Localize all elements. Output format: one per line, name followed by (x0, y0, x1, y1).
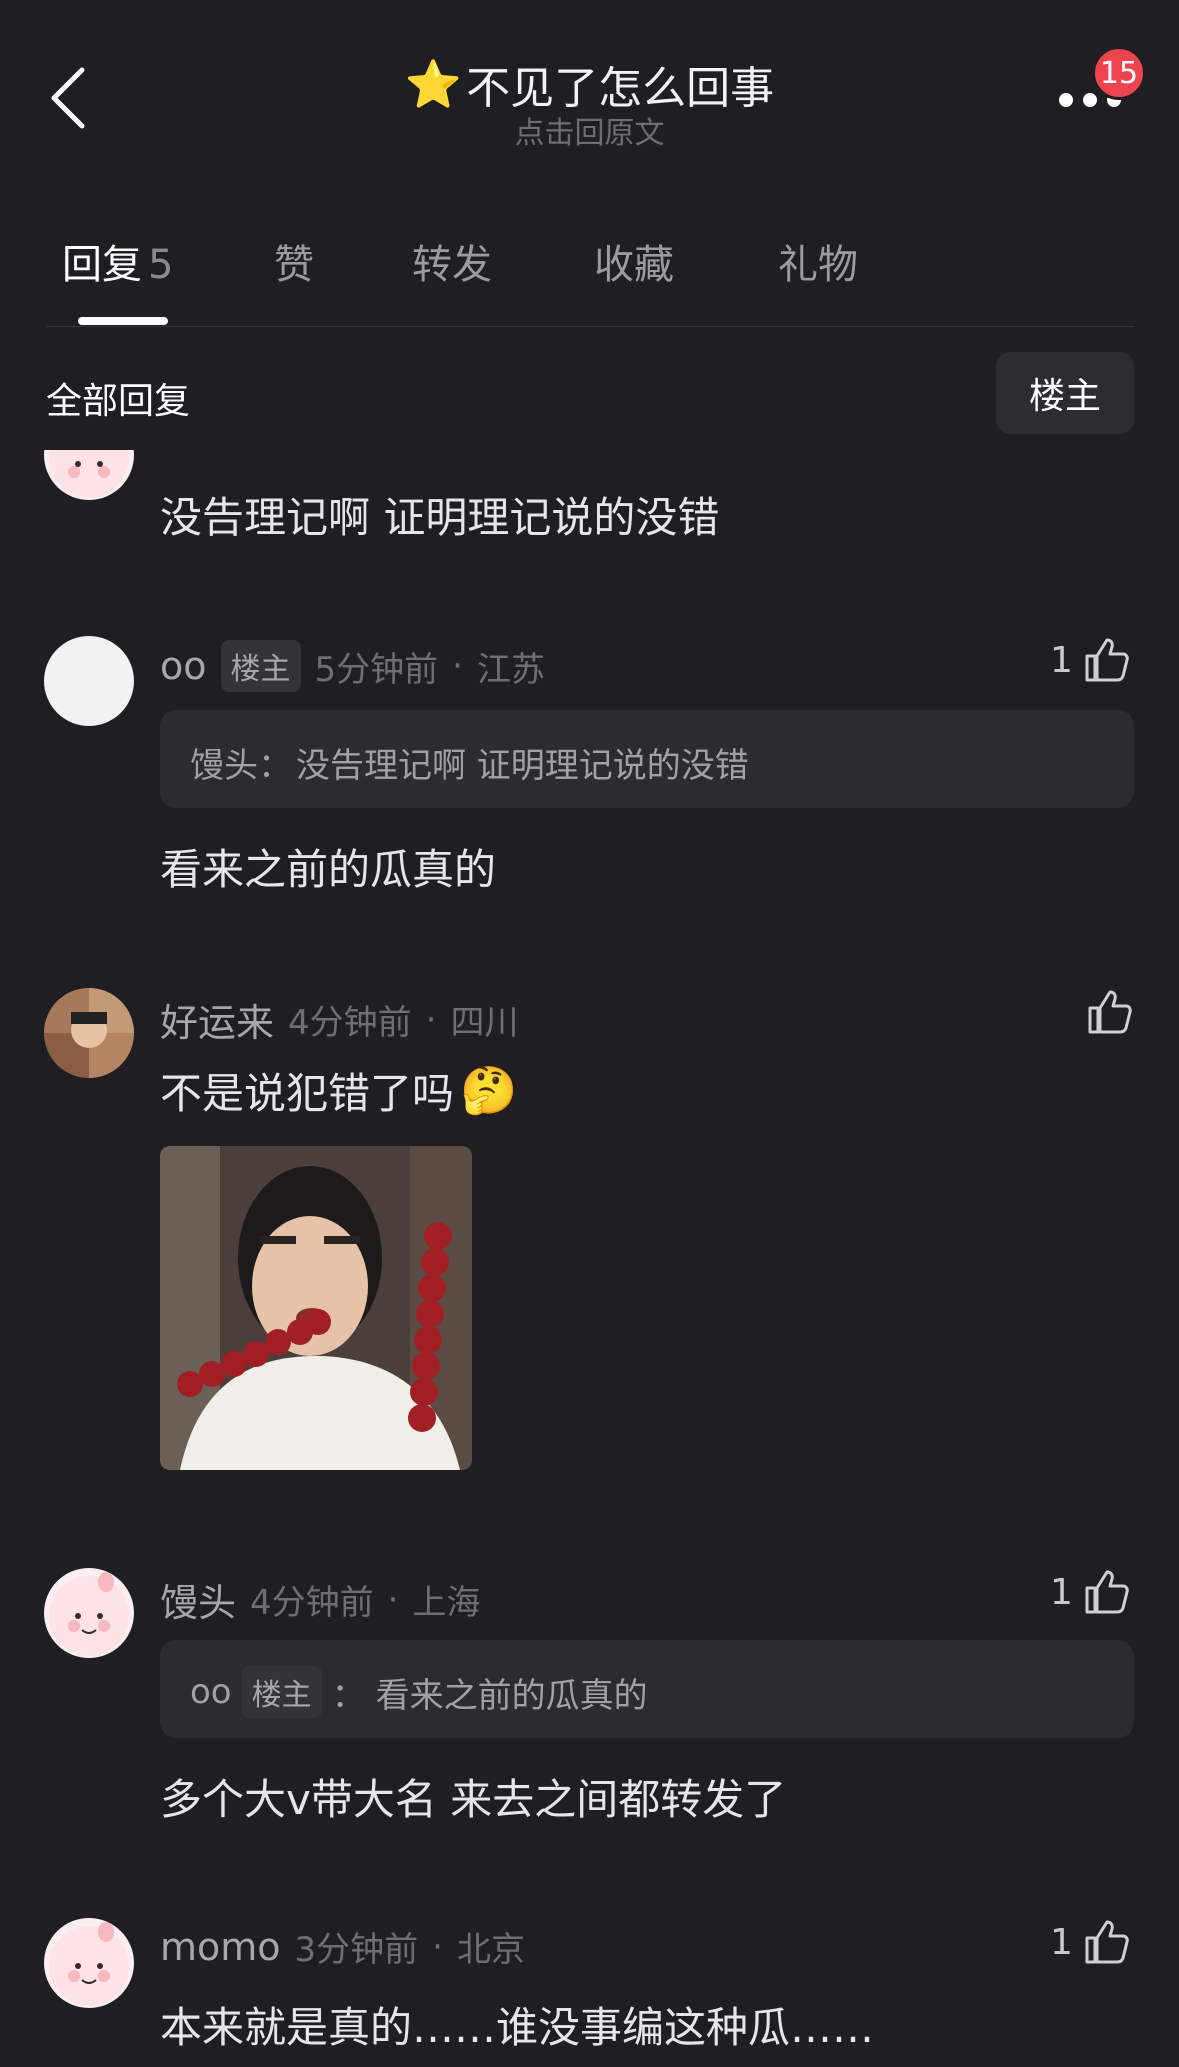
owner-tag: 楼主 (220, 640, 301, 692)
pink-bunny-avatar-icon (49, 1572, 129, 1656)
view-original-link[interactable]: 点击回原文 (0, 108, 1179, 152)
avatar[interactable] (44, 988, 134, 1078)
tab-gifts[interactable]: 礼物 (778, 232, 858, 290)
username[interactable]: momo (160, 1925, 281, 1969)
username[interactable]: oo (160, 644, 207, 688)
post-title-text: 不见了怎么回事 (466, 63, 775, 114)
timestamp: 4分钟前 (250, 1583, 374, 1623)
comment-header: 好运来 4分钟前 · 四川 (160, 992, 518, 1047)
thumbs-up-icon (1085, 1920, 1129, 1964)
comment-image[interactable] (160, 1146, 472, 1470)
separator: · (387, 1579, 399, 1620)
tab-replies[interactable]: 回复 5 (62, 232, 173, 290)
comment-header: 馒头 4分钟前 · 上海 (160, 1572, 480, 1627)
quote-author: 馒头： (190, 746, 292, 786)
comment-text: 不是说犯错了吗 (160, 1069, 455, 1118)
like-count: 1 (1050, 1921, 1073, 1963)
separator: · (452, 646, 463, 686)
owner-filter-button[interactable]: 楼主 (996, 352, 1134, 434)
divider (46, 326, 1134, 327)
like-button[interactable]: 1 (1050, 1568, 1131, 1616)
quote-text: 看来之前的瓜真的 (375, 1675, 648, 1716)
star-icon: ⭐ (404, 56, 463, 111)
tab-reposts[interactable]: 转发 (412, 232, 492, 290)
tab-label: 回复 (62, 242, 142, 288)
photo-collage-avatar-icon (44, 988, 134, 1078)
separator: · (425, 999, 437, 1040)
tab-count: 5 (148, 242, 174, 288)
like-button[interactable] (1086, 988, 1134, 1040)
tab-bar: 回复 5 赞 转发 收藏 礼物 (0, 232, 1179, 292)
thumbs-up-icon (1085, 1570, 1129, 1614)
owner-tag: 楼主 (241, 1666, 322, 1718)
active-tab-indicator (78, 317, 168, 325)
timestamp: 5分钟前 (314, 649, 439, 690)
like-count: 1 (1050, 1571, 1073, 1613)
tab-favorites[interactable]: 收藏 (594, 232, 674, 290)
like-button[interactable]: 1 (1050, 636, 1131, 684)
notification-badge: 15 (1092, 46, 1146, 100)
quoted-reply[interactable]: oo 楼主 ： 看来之前的瓜真的 (160, 1640, 1134, 1738)
thinking-face-icon: 🤔 (460, 1063, 518, 1117)
location: 四川 (450, 1003, 519, 1043)
post-title[interactable]: ⭐ 不见了怎么回事 (0, 52, 1179, 116)
timestamp: 3分钟前 (294, 1930, 419, 1970)
quote-separator: ： (331, 1675, 366, 1716)
location: 北京 (456, 1930, 525, 1970)
thumbs-up-icon (1088, 990, 1132, 1034)
quote-author: oo (190, 1672, 232, 1712)
tab-likes[interactable]: 赞 (274, 232, 314, 290)
quoted-reply[interactable]: 馒头： 没告理记啊 证明理记说的没错 (160, 710, 1134, 808)
section-title: 全部回复 (46, 381, 191, 422)
avatar[interactable] (44, 1918, 134, 2008)
username[interactable]: 馒头 (160, 1572, 236, 1627)
comment-text-row: 不是说犯错了吗 🤔 (160, 1060, 517, 1121)
separator: · (432, 1926, 443, 1967)
avatar[interactable] (44, 1568, 134, 1658)
comment-text: 看来之前的瓜真的 (160, 845, 497, 894)
like-count: 1 (1050, 639, 1073, 681)
person-with-candied-fruit-image (160, 1146, 472, 1470)
location: 上海 (412, 1583, 481, 1623)
timestamp: 4分钟前 (288, 1003, 412, 1043)
avatar[interactable] (44, 636, 134, 726)
comment-header: oo 楼主 5分钟前 · 江苏 (160, 640, 545, 692)
quote-text: 没告理记啊 证明理记说的没错 (296, 746, 749, 786)
comment-text: 多个大v带大名 来去之间都转发了 (160, 1775, 787, 1824)
like-button[interactable]: 1 (1050, 1918, 1131, 1966)
comment-header: momo 3分钟前 · 北京 (160, 1922, 525, 1971)
username[interactable]: 好运来 (160, 992, 274, 1047)
thumbs-up-icon (1085, 638, 1129, 682)
comment-text: 本来就是真的……谁没事编这种瓜…… (160, 2003, 875, 2052)
comment-text: 没告理记啊 证明理记说的没错 (160, 493, 720, 542)
location: 江苏 (476, 649, 545, 690)
pink-bunny-avatar-icon (49, 1922, 129, 2006)
